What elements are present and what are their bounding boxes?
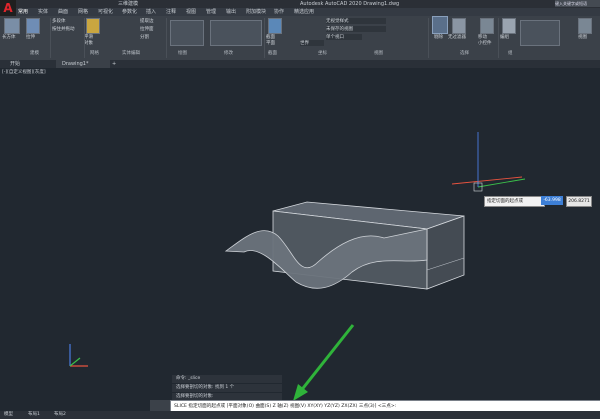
extrude-button[interactable] <box>26 18 40 34</box>
dynamic-input-prompt: 指定切面的起点或 <box>484 196 545 207</box>
panel-label-view: 视图 <box>374 51 383 56</box>
box-button[interactable] <box>4 18 20 34</box>
tab-view[interactable]: 视图 <box>186 8 196 16</box>
tab-start[interactable]: 开始 <box>4 60 54 68</box>
draw-tools[interactable] <box>170 20 204 46</box>
extrude-label: 拉伸 <box>26 35 35 40</box>
tab-parametric[interactable]: 参数化 <box>122 8 137 16</box>
ribbon-view-label: 视图 <box>578 35 587 40</box>
ribbon-view-button[interactable] <box>578 18 592 34</box>
tab-visualize[interactable]: 可视化 <box>98 8 113 16</box>
ribbon-tab-bar: 常用 实体 曲面 网格 可视化 参数化 插入 注释 视图 管理 输出 附加模块 … <box>16 8 600 16</box>
command-history: 命令: _slice 选择要剖切的对象: 找到 1 个 选择要剖切的对象: <box>172 375 282 402</box>
panel-label-solid-edit: 实体编辑 <box>122 51 140 56</box>
tab-annotate[interactable]: 注释 <box>166 8 176 16</box>
panel-label-section: 截面 <box>268 51 277 56</box>
tab-output[interactable]: 输出 <box>226 8 236 16</box>
group-label: 编组 <box>500 35 509 40</box>
panel-divider <box>50 18 51 58</box>
smooth-object-label: 平滑 对象 <box>84 35 93 46</box>
tab-mesh[interactable]: 网格 <box>78 8 88 16</box>
panel-divider <box>498 18 499 58</box>
history-line: 选择要剖切的对象: 找到 1 个 <box>172 384 282 392</box>
tab-manage[interactable]: 管理 <box>206 8 216 16</box>
tab-solid[interactable]: 实体 <box>38 8 48 16</box>
tab-insert[interactable]: 插入 <box>146 8 156 16</box>
status-bar: 模型 布局1 布局2 <box>0 411 600 419</box>
tab-addins[interactable]: 附加模块 <box>246 8 266 16</box>
panel-label-mesh: 网格 <box>90 51 99 56</box>
no-filter-label: 无过滤器 <box>448 35 466 40</box>
panel-divider <box>84 18 85 58</box>
culling-label: 剔除 <box>434 35 443 40</box>
quick-access-workspace[interactable]: 三维建模 <box>118 0 138 8</box>
status-tab-model[interactable]: 模型 <box>4 411 13 419</box>
move-gizmo-label: 移动 小控件 <box>478 35 492 46</box>
ribbon-panel: 长方体 拉伸 多段体 按住并拖动 平滑 对象 提取边 拉伸面 分割 截面 平面 … <box>0 16 600 61</box>
panel-label-draw: 绘图 <box>178 51 187 56</box>
tab-collaborate[interactable]: 协作 <box>274 8 284 16</box>
ucs-select[interactable]: 世界 <box>300 40 324 46</box>
modify-tools[interactable] <box>210 20 262 46</box>
box-label: 长方体 <box>2 35 16 40</box>
view-select[interactable]: 未保存的视图 <box>326 26 386 32</box>
group-button[interactable] <box>502 18 516 34</box>
panel-divider <box>264 18 265 58</box>
search-box[interactable]: 键入关键字或短语 <box>555 0 600 7</box>
command-line-text: SLICE 指定切面的起点或 [平面对象(O) 曲面(S) Z 轴(Z) 视图(… <box>174 404 397 409</box>
move-gizmo-button[interactable] <box>480 18 494 34</box>
drawing-viewport[interactable] <box>0 68 600 398</box>
panel-label-modeling: 建模 <box>30 51 39 56</box>
panel-divider <box>166 18 167 58</box>
smooth-object-button[interactable] <box>86 18 100 34</box>
tab-home[interactable]: 常用 <box>18 8 28 16</box>
dynamic-input-y[interactable]: 206.8271 <box>566 196 592 207</box>
status-tab-layout2[interactable]: 布局2 <box>54 411 66 419</box>
window-title: Autodesk AutoCAD 2020 Drawing1.dwg <box>300 1 400 7</box>
tab-drawing1[interactable]: Drawing1* <box>56 60 110 68</box>
viewport-select[interactable]: 单个视口 <box>326 34 362 40</box>
viewport-controls-label[interactable]: [-][自定义视图][灰度] <box>2 69 46 75</box>
panel-label-groups: 组 <box>508 51 513 56</box>
status-tab-layout1[interactable]: 布局1 <box>28 411 40 419</box>
extract-edges-item[interactable]: 提取边 <box>140 18 154 24</box>
panel-label-coordinates: 坐标 <box>318 51 327 56</box>
new-tab-button[interactable]: + <box>106 60 120 68</box>
separate-item[interactable]: 分割 <box>140 34 149 40</box>
section-plane-button[interactable] <box>268 18 282 34</box>
extrude-faces-item[interactable]: 拉伸面 <box>140 26 154 32</box>
panel-label-selection: 选择 <box>460 51 469 56</box>
tab-featured-apps[interactable]: 精选应用 <box>294 8 314 16</box>
section-plane-label: 截面 平面 <box>266 35 275 46</box>
no-filter-button[interactable] <box>452 18 466 34</box>
command-line-handle[interactable] <box>150 400 170 411</box>
tab-surface[interactable]: 曲面 <box>58 8 68 16</box>
panel-label-modify: 修改 <box>224 51 233 56</box>
polysolid-item[interactable]: 多段体 <box>52 18 66 24</box>
document-tab-bar: 开始 Drawing1* + <box>0 60 600 68</box>
history-line: 命令: _slice <box>172 375 282 383</box>
visual-style-select[interactable]: 无视觉样式 <box>326 18 386 24</box>
view-tools[interactable] <box>520 20 560 46</box>
dynamic-input-x[interactable]: -63.998 <box>541 196 563 205</box>
culling-button[interactable] <box>432 16 448 34</box>
panel-divider <box>428 18 429 58</box>
presspull-item[interactable]: 按住并拖动 <box>52 26 75 32</box>
